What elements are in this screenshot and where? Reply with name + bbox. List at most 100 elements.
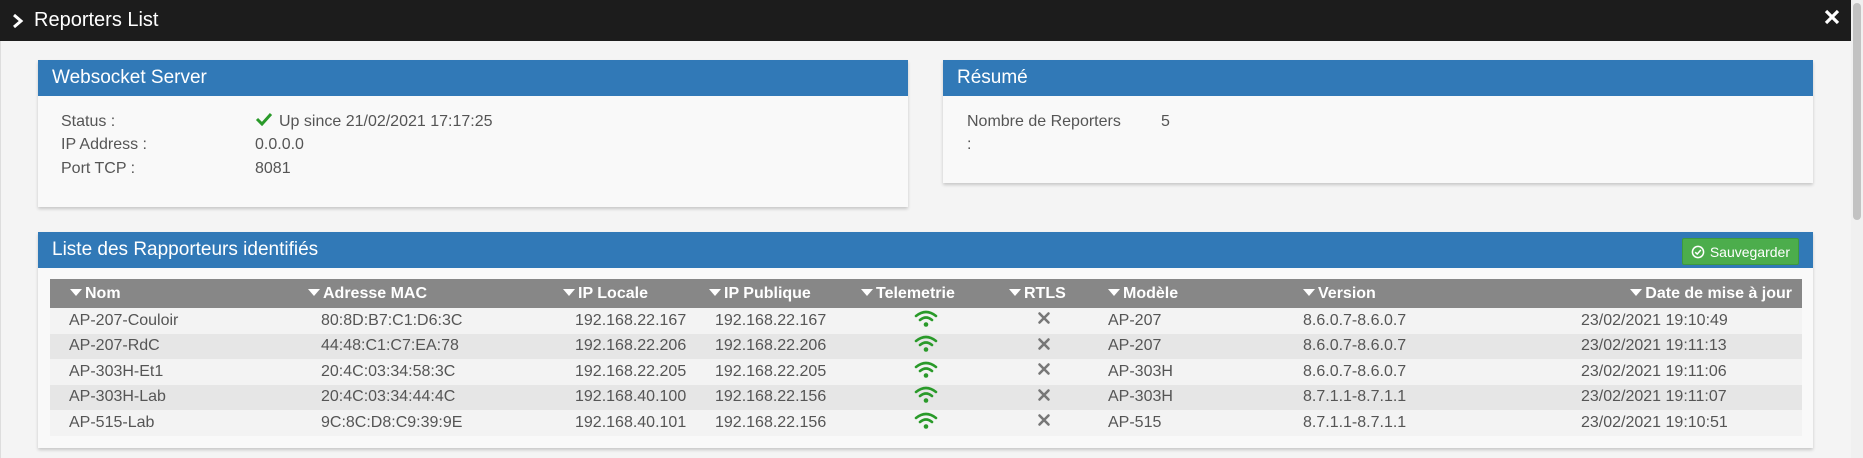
wifi-icon (914, 411, 938, 435)
sort-down-icon (70, 288, 82, 296)
cell-rtls (1009, 308, 1108, 334)
wifi-icon (914, 385, 938, 409)
cell-telemetrie (861, 308, 1009, 334)
x-icon (1037, 362, 1051, 381)
cell-nom: AP-207-Couloir (50, 308, 308, 334)
cell-date: 23/02/2021 19:10:51 (1561, 410, 1802, 436)
wifi-icon (914, 360, 938, 384)
x-icon (1037, 311, 1051, 330)
wifi-icon (914, 309, 938, 333)
cell-ip-locale: 192.168.40.100 (563, 384, 709, 410)
resume-panel: Résumé Nombre de Reporters 5 : (943, 60, 1813, 183)
check-circle-icon (1691, 245, 1705, 258)
cell-ip-publique: 192.168.22.156 (709, 410, 861, 436)
ip-value: 0.0.0.0 (255, 136, 304, 154)
cell-version: 8.7.1.1-8.7.1.1 (1303, 384, 1561, 410)
wifi-icon (914, 334, 938, 358)
x-icon (1037, 388, 1051, 407)
cell-ip-locale: 192.168.22.167 (563, 308, 709, 334)
col-modele[interactable]: Modèle (1108, 279, 1303, 308)
cell-modele: AP-303H (1108, 359, 1303, 385)
save-button[interactable]: Sauvegarder (1681, 238, 1799, 265)
scrollbar-thumb[interactable] (1853, 3, 1861, 220)
cell-telemetrie (861, 384, 1009, 410)
cell-rtls (1009, 384, 1108, 410)
reporters-count-row: Nombre de Reporters 5 (967, 110, 1170, 134)
cell-rtls (1009, 359, 1108, 385)
col-ip-publique[interactable]: IP Publique (709, 279, 861, 308)
reporters-table: Nom Adresse MAC IP Locale IP Publique Te… (50, 279, 1802, 436)
col-nom[interactable]: Nom (50, 279, 308, 308)
status-label: Status : (61, 112, 116, 130)
cell-date: 23/02/2021 19:11:13 (1561, 333, 1802, 359)
cell-rtls (1009, 410, 1108, 436)
col-mac[interactable]: Adresse MAC (308, 279, 563, 308)
cell-ip-publique: 192.168.22.156 (709, 384, 861, 410)
chevron-right-icon[interactable] (12, 13, 32, 28)
col-telemetrie[interactable]: Telemetrie (861, 279, 1009, 308)
sort-down-icon (709, 288, 721, 296)
col-ip-locale[interactable]: IP Locale (563, 279, 709, 308)
table-row[interactable]: AP-303H-Lab 20:4C:03:34:44:4C 192.168.40.1… (50, 384, 1802, 410)
cell-nom: AP-303H-Et1 (50, 359, 308, 385)
sort-down-icon (1108, 288, 1120, 296)
vertical-scrollbar[interactable] (1851, 0, 1863, 458)
resume-panel-heading: Résumé (943, 60, 1813, 96)
cell-telemetrie (861, 333, 1009, 359)
cell-modele: AP-303H (1108, 384, 1303, 410)
sort-down-icon (563, 288, 575, 296)
cell-mac: 44:48:C1:C7:EA:78 (308, 333, 563, 359)
cell-modele: AP-207 (1108, 333, 1303, 359)
x-icon (1037, 413, 1051, 432)
cell-modele: AP-515 (1108, 410, 1303, 436)
table-header-row: Nom Adresse MAC IP Locale IP Publique Te… (50, 279, 1802, 308)
col-version[interactable]: Version (1303, 279, 1561, 308)
cell-mac: 20:4C:03:34:44:4C (308, 384, 563, 410)
cell-version: 8.6.0.7-8.6.0.7 (1303, 308, 1561, 334)
status-row: Status : Up since 21/02/2021 17:17:25 (61, 110, 493, 134)
sort-down-icon (1303, 288, 1315, 296)
cell-ip-publique: 192.168.22.167 (709, 308, 861, 334)
cell-nom: AP-207-RdC (50, 333, 308, 359)
cell-ip-locale: 192.168.22.206 (563, 333, 709, 359)
cell-modele: AP-207 (1108, 308, 1303, 334)
cell-date: 23/02/2021 19:11:07 (1561, 384, 1802, 410)
check-icon (255, 112, 273, 131)
cell-nom: AP-303H-Lab (50, 384, 308, 410)
reporters-count-label: Nombre de Reporters (967, 112, 1121, 130)
ip-row: IP Address : 0.0.0.0 (61, 134, 493, 158)
status-value: Up since 21/02/2021 17:17:25 (255, 112, 493, 131)
cell-date: 23/02/2021 19:10:49 (1561, 308, 1802, 334)
x-icon (1037, 337, 1051, 356)
reporters-panel-title: Liste des Rapporteurs identifiés (52, 239, 319, 260)
col-date[interactable]: Date de mise à jour (1561, 279, 1802, 308)
cell-date: 23/02/2021 19:11:06 (1561, 359, 1802, 385)
cell-version: 8.6.0.7-8.6.0.7 (1303, 333, 1561, 359)
websocket-panel-heading: Websocket Server (38, 60, 908, 96)
reporters-count-value: 5 (1161, 112, 1170, 130)
table-row[interactable]: AP-207-Couloir 80:8D:B7:C1:D6:3C 192.168.2… (50, 308, 1802, 334)
cell-nom: AP-515-Lab (50, 410, 308, 436)
table-row[interactable]: AP-207-RdC 44:48:C1:C7:EA:78 192.168.22.20… (50, 333, 1802, 359)
ip-label: IP Address : (61, 136, 147, 154)
window-titlebar: Reporters List (0, 0, 1851, 41)
cell-mac: 20:4C:03:34:58:3C (308, 359, 563, 385)
table-row[interactable]: AP-303H-Et1 20:4C:03:34:58:3C 192.168.22.2… (50, 359, 1802, 385)
cell-version: 8.7.1.1-8.7.1.1 (1303, 410, 1561, 436)
reporters-count-colon: : (967, 136, 972, 154)
col-rtls[interactable]: RTLS (1009, 279, 1108, 308)
cell-ip-locale: 192.168.22.205 (563, 359, 709, 385)
status-text: Up since 21/02/2021 17:17:25 (279, 113, 493, 131)
websocket-info: Status : Up since 21/02/2021 17:17:25 IP… (61, 110, 493, 181)
cell-ip-publique: 192.168.22.205 (709, 359, 861, 385)
cell-telemetrie (861, 359, 1009, 385)
cell-mac: 80:8D:B7:C1:D6:3C (308, 308, 563, 334)
close-icon[interactable] (1823, 8, 1841, 31)
cell-ip-publique: 192.168.22.206 (709, 333, 861, 359)
cell-version: 8.6.0.7-8.6.0.7 (1303, 359, 1561, 385)
table-row[interactable]: AP-515-Lab 9C:8C:D8:C9:39:9E 192.168.40.10… (50, 410, 1802, 436)
port-row: Port TCP : 8081 (61, 157, 493, 181)
sort-down-icon (1630, 288, 1643, 296)
reporters-panel-heading: Liste des Rapporteurs identifiés Sauvega… (38, 232, 1813, 268)
sort-down-icon (308, 288, 320, 296)
